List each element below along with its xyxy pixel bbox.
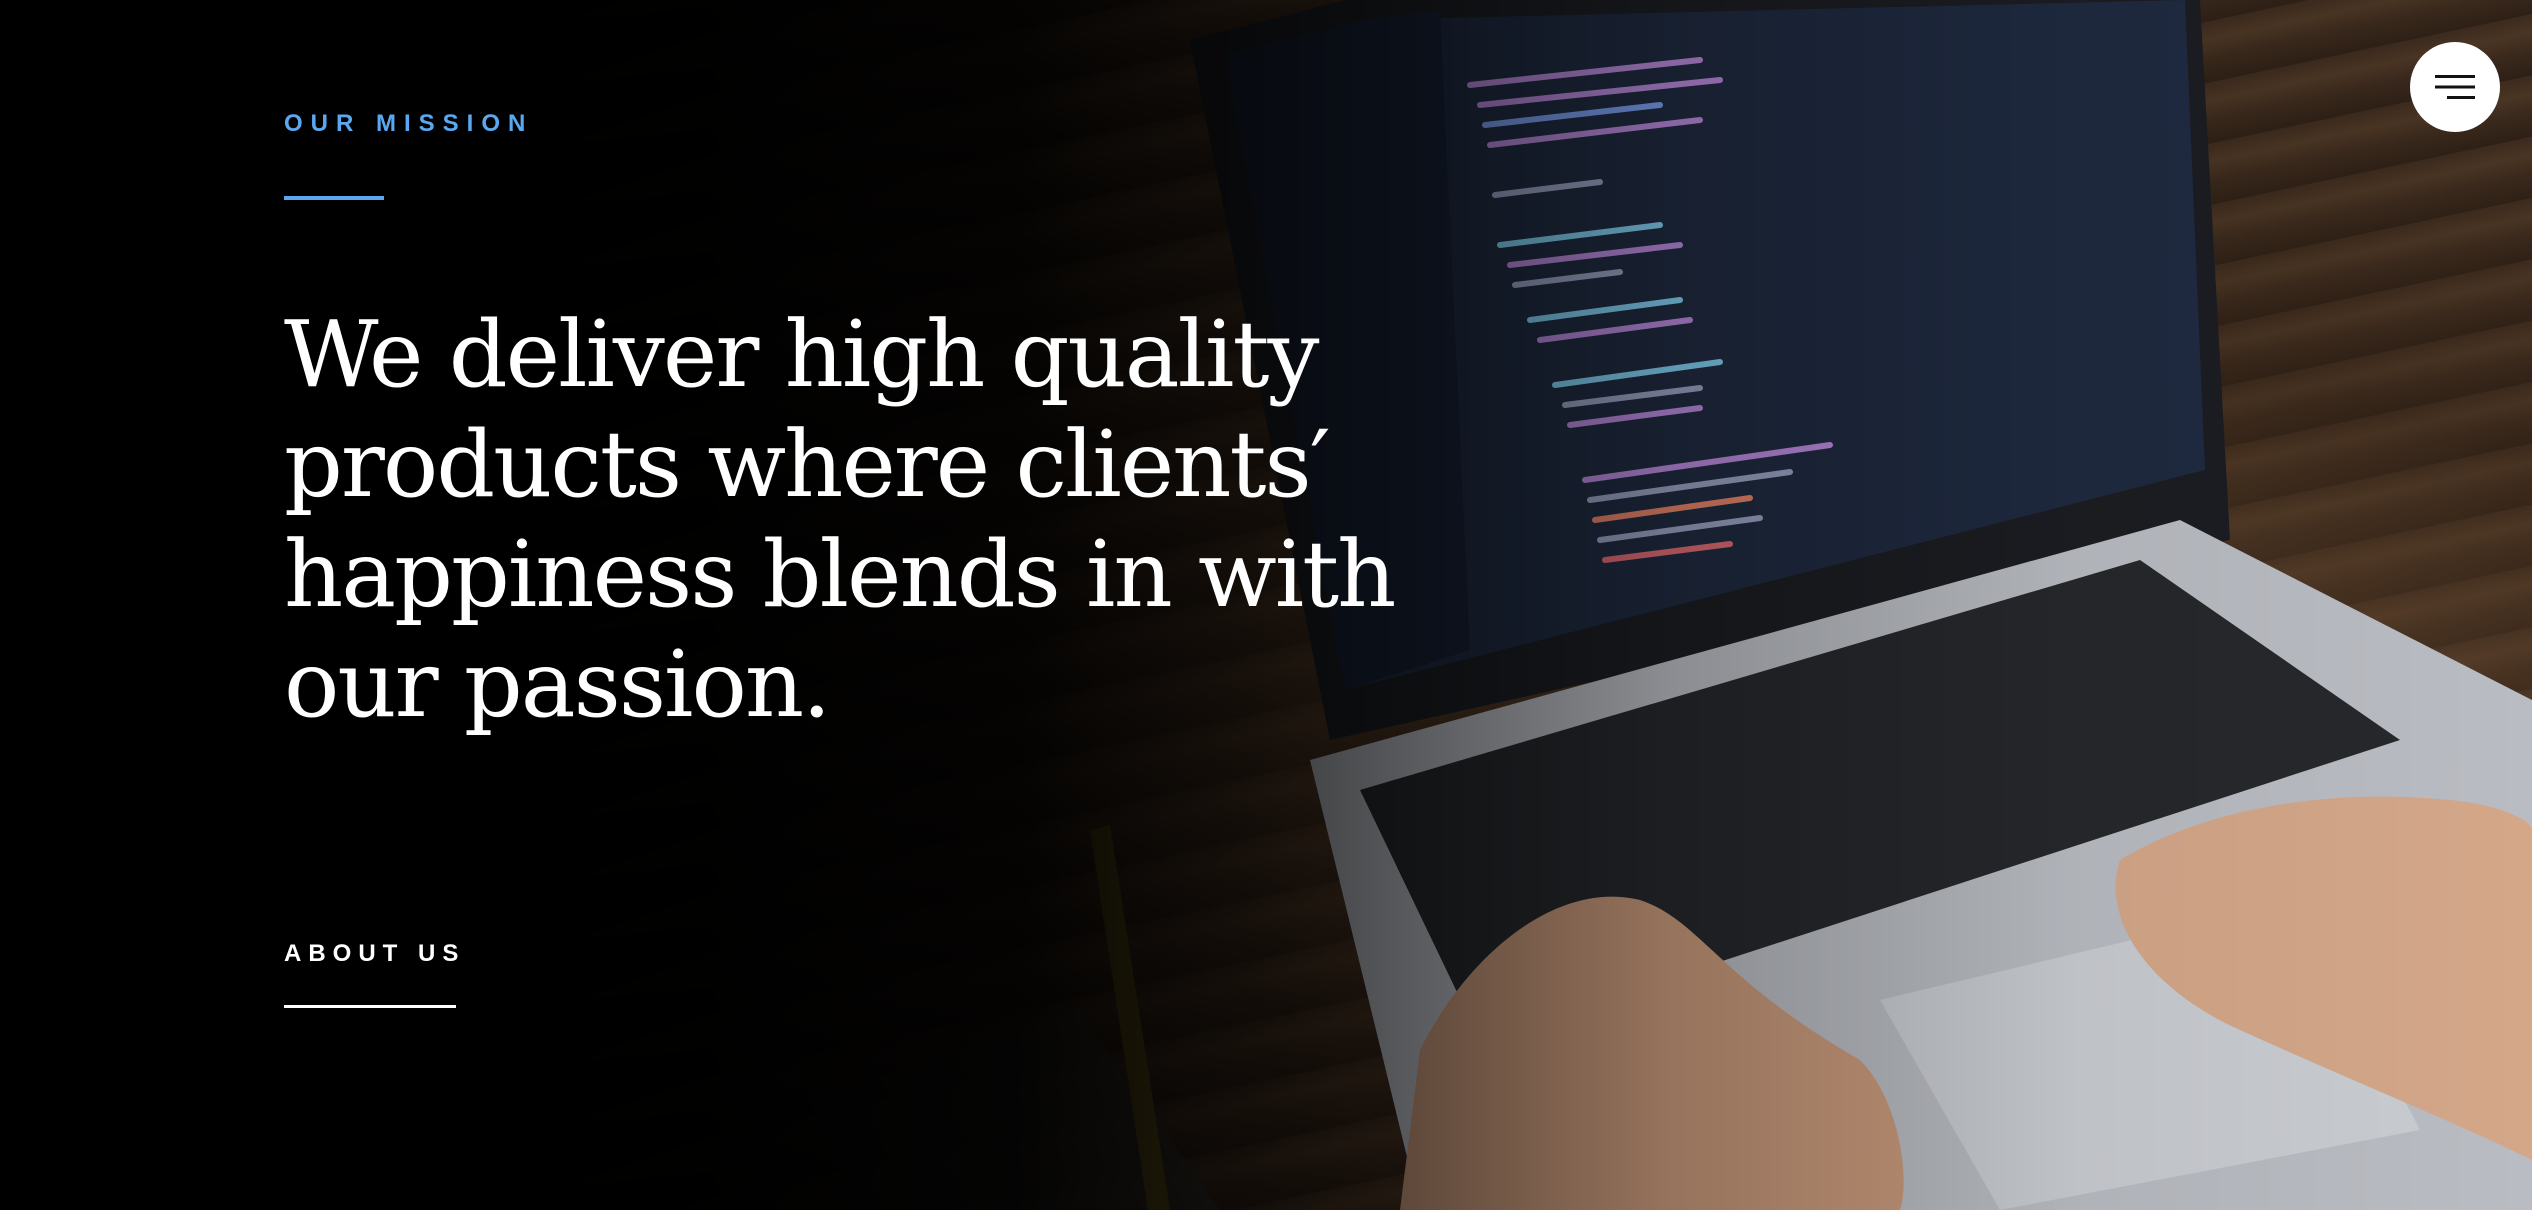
menu-button[interactable]: [2410, 42, 2500, 132]
hero-section: OUR MISSION We deliver high quality prod…: [0, 0, 2532, 1210]
hero-content: OUR MISSION We deliver high quality prod…: [284, 0, 1484, 1210]
about-us-link[interactable]: ABOUT US: [284, 940, 465, 968]
about-us-underline: [284, 1005, 456, 1008]
eyebrow-underline: [284, 196, 384, 200]
section-eyebrow: OUR MISSION: [284, 110, 534, 137]
hamburger-menu-icon: [2435, 75, 2475, 99]
mission-headline: We deliver high quality products where c…: [284, 301, 1396, 738]
